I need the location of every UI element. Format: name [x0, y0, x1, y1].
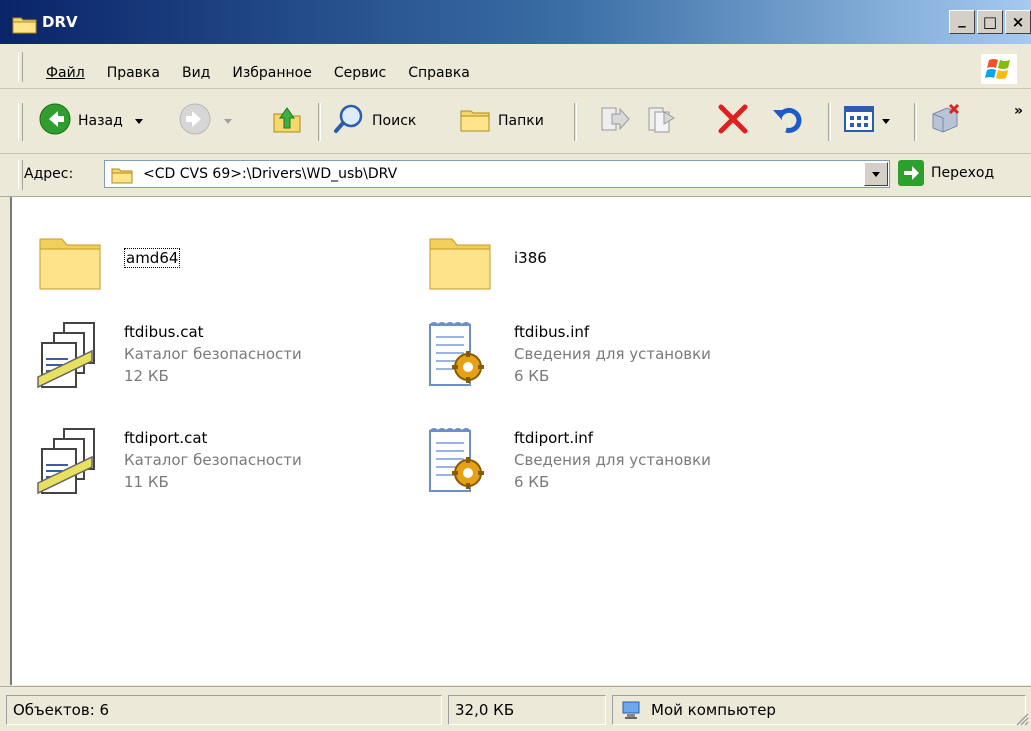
menu-file[interactable]: Файл: [46, 65, 85, 81]
setup-information-icon: [426, 427, 494, 497]
folders-icon: [458, 102, 492, 140]
my-computer-icon: [621, 700, 641, 720]
status-object-count: Объектов: 6: [6, 695, 442, 725]
delete-icon: [716, 102, 750, 140]
minimize-icon: _: [958, 10, 966, 28]
file-type: Сведения для установки: [514, 451, 711, 469]
delete-button[interactable]: [716, 101, 750, 141]
toolbar-overflow-chevron-icon[interactable]: »: [1014, 103, 1023, 119]
file-size: 6 КБ: [514, 367, 550, 385]
back-dropdown-icon[interactable]: [134, 118, 143, 124]
copy-to-icon: [646, 102, 680, 140]
folder-icon: [12, 14, 38, 38]
disconnect-drive-icon: [928, 102, 962, 140]
move-to-icon: [598, 102, 632, 140]
copy-to-button[interactable]: [646, 101, 680, 141]
explorer-window: DRV _ □ × Файл Правка Вид Избранное Серв…: [0, 0, 1031, 731]
windows-logo-icon: [981, 54, 1017, 84]
file-size: 11 КБ: [124, 473, 169, 491]
file-type: Сведения для установки: [514, 345, 711, 363]
standard-toolbar: Назад Поиск Папки »: [0, 89, 1031, 154]
maximize-button[interactable]: □: [977, 10, 1003, 34]
move-to-button[interactable]: [598, 101, 632, 141]
views-button[interactable]: [842, 101, 890, 141]
file-name: ftdibus.inf: [514, 323, 590, 341]
file-type: Каталог безопасности: [124, 345, 302, 363]
file-list-view[interactable]: amd64 i386 ftdibus.cat Каталог безопасно…: [10, 197, 1031, 685]
menu-view[interactable]: Вид: [182, 65, 210, 81]
go-arrow-icon: [898, 160, 924, 186]
go-label: Переход: [931, 165, 995, 181]
search-label: Поиск: [372, 113, 417, 129]
file-type: Каталог безопасности: [124, 451, 302, 469]
go-button[interactable]: Переход: [898, 160, 994, 186]
setup-information-icon: [426, 321, 494, 391]
undo-button[interactable]: [770, 101, 804, 141]
address-value: <CD CVS 69>:\Drivers\WD_usb\DRV: [143, 166, 398, 182]
address-input[interactable]: <CD CVS 69>:\Drivers\WD_usb\DRV: [104, 160, 890, 188]
up-folder-button[interactable]: [270, 101, 304, 141]
close-button[interactable]: ×: [1005, 10, 1031, 34]
address-bar: Адрес: <CD CVS 69>:\Drivers\WD_usb\DRV П…: [0, 154, 1031, 197]
back-button[interactable]: Назад: [38, 101, 143, 141]
file-size: 6 КБ: [514, 473, 550, 491]
security-catalog-icon: [36, 427, 104, 497]
disconnect-drive-button[interactable]: [928, 101, 962, 141]
back-arrow-icon: [38, 102, 72, 140]
file-name: i386: [514, 249, 547, 267]
menu-favorites[interactable]: Избранное: [232, 65, 312, 81]
up-folder-icon: [270, 102, 304, 140]
status-location-label: Мой компьютер: [651, 701, 776, 719]
forward-arrow-icon: [178, 102, 212, 140]
undo-icon: [770, 102, 804, 140]
forward-dropdown-icon[interactable]: [224, 118, 232, 124]
search-button[interactable]: Поиск: [332, 101, 416, 141]
file-name: amd64: [124, 248, 181, 268]
address-dropdown-button[interactable]: [864, 162, 888, 186]
folder-icon: [426, 227, 494, 297]
address-label: Адрес:: [24, 166, 74, 182]
chevron-down-icon: [872, 171, 880, 177]
file-name: ftdiport.inf: [514, 429, 594, 447]
address-grip[interactable]: [18, 160, 23, 190]
menu-tools[interactable]: Сервис: [334, 65, 386, 81]
menu-grip[interactable]: [18, 52, 23, 82]
close-icon: ×: [1011, 13, 1025, 31]
views-icon: [842, 102, 876, 140]
maximize-icon: □: [982, 13, 998, 31]
file-name: ftdibus.cat: [124, 323, 204, 341]
security-catalog-icon: [36, 321, 104, 391]
toolbar-grip[interactable]: [18, 103, 23, 141]
status-bar: Объектов: 6 32,0 КБ Мой компьютер: [0, 686, 1031, 731]
minimize-button[interactable]: _: [949, 10, 975, 34]
views-dropdown-icon[interactable]: [882, 118, 890, 124]
resize-grip-icon[interactable]: [1013, 710, 1029, 730]
title-bar[interactable]: DRV _ □ ×: [0, 0, 1031, 44]
menu-bar: Файл Правка Вид Избранное Сервис Справка: [0, 44, 1031, 89]
folders-label: Папки: [498, 113, 544, 129]
status-total-size: 32,0 КБ: [448, 695, 606, 725]
menu-edit[interactable]: Правка: [107, 65, 160, 81]
window-title: DRV: [42, 13, 78, 31]
folder-icon: [36, 227, 104, 297]
menu-help[interactable]: Справка: [408, 65, 470, 81]
back-label: Назад: [78, 113, 123, 129]
file-name: ftdiport.cat: [124, 429, 208, 447]
search-icon: [332, 102, 366, 140]
forward-button[interactable]: [178, 101, 232, 141]
folders-button[interactable]: Папки: [458, 101, 544, 141]
status-location: Мой компьютер: [612, 695, 1026, 725]
file-size: 12 КБ: [124, 367, 169, 385]
address-folder-icon: [111, 166, 133, 188]
